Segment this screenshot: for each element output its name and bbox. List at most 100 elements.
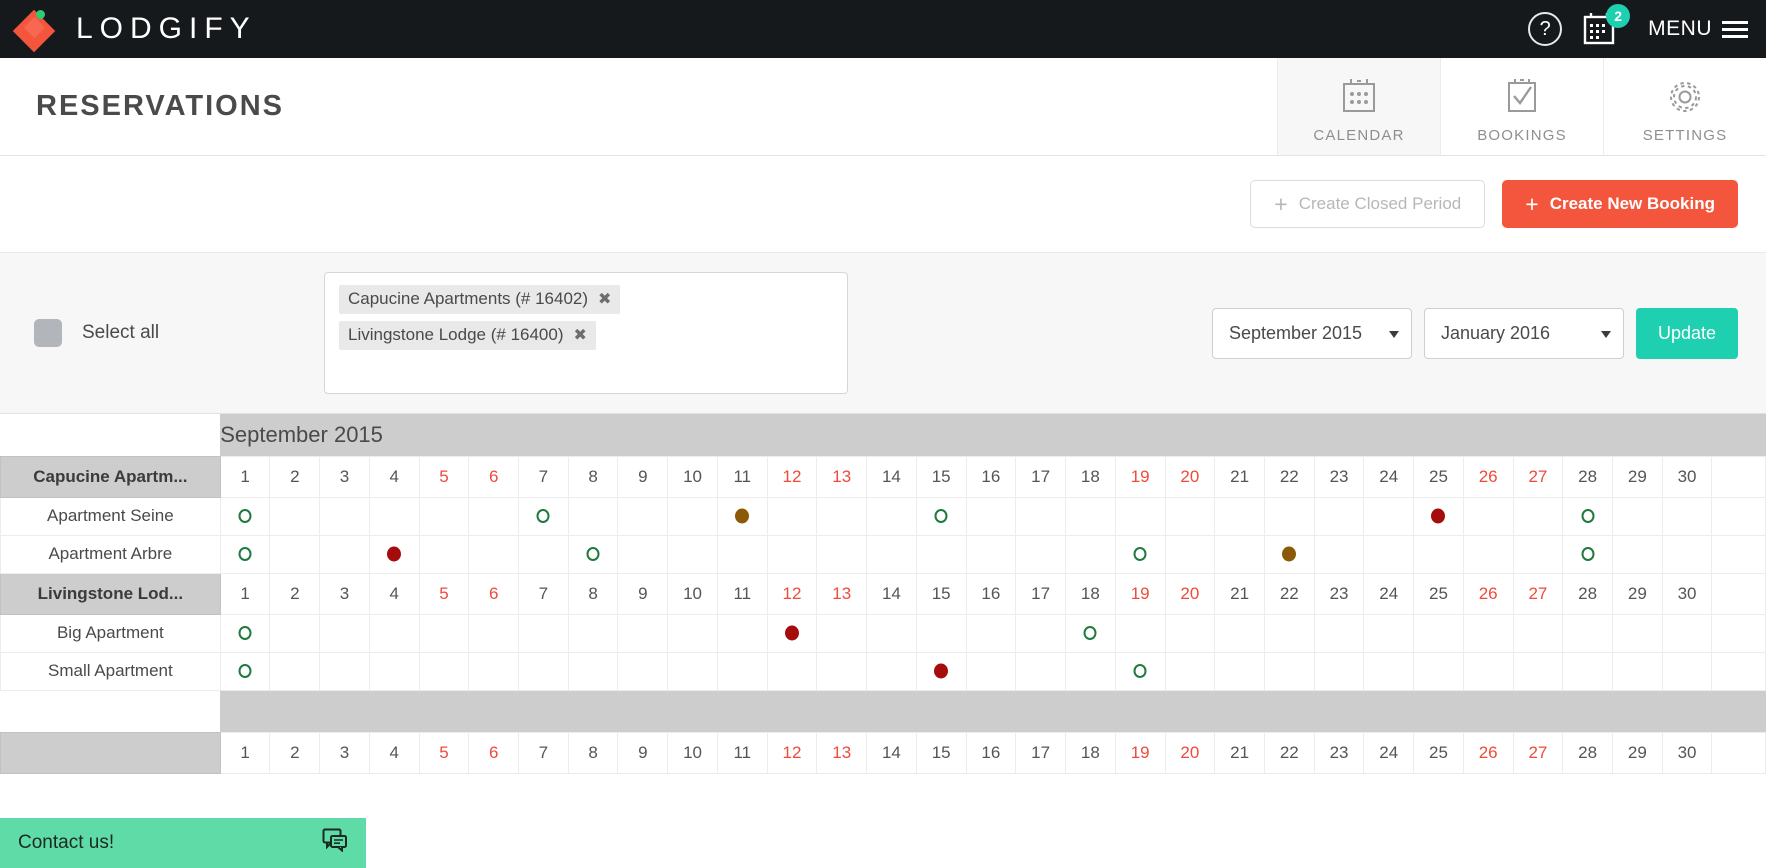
- unit-label[interactable]: Apartment Arbre: [0, 534, 221, 574]
- day-number-cell[interactable]: 7: [518, 572, 569, 615]
- calendar-cell-booked[interactable]: [1462, 496, 1514, 536]
- calendar-cell-free[interactable]: [567, 534, 619, 574]
- calendar-cell-booked[interactable]: [915, 651, 967, 691]
- day-number-cell[interactable]: 22: [1263, 572, 1315, 615]
- help-icon[interactable]: ?: [1528, 12, 1563, 46]
- calendar-cell-free[interactable]: [716, 613, 768, 653]
- day-number-cell[interactable]: 22: [1263, 455, 1315, 498]
- calendar-cell-free[interactable]: [866, 534, 917, 574]
- calendar-cell-tentative[interactable]: [1413, 534, 1464, 574]
- day-number-cell[interactable]: 5: [418, 731, 470, 774]
- day-number-cell[interactable]: 20: [1164, 731, 1216, 774]
- calendar-cell-free[interactable]: [319, 613, 370, 653]
- day-number-cell[interactable]: 21: [1214, 731, 1265, 774]
- calendar-cell-booked[interactable]: [766, 613, 818, 653]
- day-number-cell[interactable]: 15: [915, 731, 967, 774]
- calendar-cell-free[interactable]: [866, 651, 917, 691]
- calendar-cell-free[interactable]: [1363, 651, 1415, 691]
- calendar-cell-booked[interactable]: [866, 613, 917, 653]
- calendar-cell-free[interactable]: [1164, 496, 1216, 536]
- day-number-cell[interactable]: 18: [1064, 455, 1116, 498]
- start-month-select[interactable]: September 2015October 2015November 2015D…: [1211, 307, 1412, 359]
- day-number-cell[interactable]: 25: [1413, 455, 1464, 498]
- property-token[interactable]: Capucine Apartments (# 16402) ✖: [339, 285, 621, 314]
- day-number-cell[interactable]: 24: [1363, 455, 1415, 498]
- day-number-cell[interactable]: 24: [1363, 572, 1415, 615]
- calendar-cell-free[interactable]: [1164, 613, 1216, 653]
- day-number-cell[interactable]: 10: [667, 572, 718, 615]
- day-number-cell[interactable]: 1: [219, 455, 271, 498]
- day-number-cell[interactable]: 9: [617, 572, 669, 615]
- day-number-cell[interactable]: 18: [1064, 572, 1116, 615]
- day-number-cell[interactable]: 23: [1313, 455, 1365, 498]
- calendar-cell-free[interactable]: [766, 534, 818, 574]
- calendar-cell-free[interactable]: [418, 651, 470, 691]
- calendar-cell-booked[interactable]: [1413, 496, 1464, 536]
- calendar-cell-closed[interactable]: [319, 496, 370, 536]
- day-number-cell[interactable]: 4: [368, 572, 420, 615]
- day-number-cell[interactable]: 12: [766, 731, 818, 774]
- calendar-cell-tentative[interactable]: [716, 496, 768, 536]
- day-number-cell[interactable]: 1: [219, 731, 271, 774]
- calendar-cell-booked[interactable]: [468, 534, 520, 574]
- day-number-cell[interactable]: 12: [766, 455, 818, 498]
- calendar-cell-free[interactable]: [1413, 651, 1464, 691]
- calendar-cell-tentative[interactable]: [1313, 534, 1365, 574]
- day-number-cell[interactable]: 2: [269, 455, 321, 498]
- calendar-cell-free[interactable]: [1114, 496, 1166, 536]
- day-number-cell[interactable]: 27: [1512, 455, 1564, 498]
- remove-token-icon[interactable]: ✖: [598, 289, 611, 309]
- calendar-cell-free[interactable]: [1313, 496, 1365, 536]
- day-number-cell[interactable]: 5: [418, 455, 470, 498]
- calendar-cell-free[interactable]: [219, 651, 271, 691]
- calendar-cell-free[interactable]: [1114, 534, 1166, 574]
- calendar-cell-free[interactable]: [1263, 651, 1315, 691]
- calendar-cell-free[interactable]: [518, 651, 569, 691]
- day-number-cell[interactable]: 19: [1114, 455, 1166, 498]
- day-number-cell[interactable]: 24: [1363, 731, 1415, 774]
- day-number-cell[interactable]: 23: [1313, 731, 1365, 774]
- day-number-cell[interactable]: 4: [368, 455, 420, 498]
- select-all-checkbox[interactable]: [34, 319, 62, 347]
- calendar-cell-free[interactable]: [1214, 534, 1265, 574]
- day-number-cell[interactable]: 22: [1263, 731, 1315, 774]
- calendar-cell-free[interactable]: [716, 534, 768, 574]
- day-number-cell[interactable]: 27: [1512, 572, 1564, 615]
- calendar-cell-tentative[interactable]: [1263, 534, 1315, 574]
- calendar-cell-free[interactable]: [667, 613, 718, 653]
- day-number-cell[interactable]: 11: [716, 731, 768, 774]
- calendar-cell-free[interactable]: [1263, 496, 1315, 536]
- day-number-cell[interactable]: 26: [1462, 731, 1514, 774]
- calendar-cell-closed[interactable]: [468, 496, 520, 536]
- calendar-cell-closed[interactable]: [1064, 534, 1116, 574]
- calendar-cell-free[interactable]: [368, 651, 420, 691]
- tab-settings[interactable]: SETTINGS: [1603, 58, 1766, 155]
- day-number-cell[interactable]: 29: [1611, 731, 1663, 774]
- calendar-cell-free[interactable]: [667, 496, 718, 536]
- calendar-cell-free[interactable]: [716, 651, 768, 691]
- day-number-cell[interactable]: 11: [716, 572, 768, 615]
- calendar-cell-free[interactable]: [1064, 613, 1116, 653]
- calendar-cell-free[interactable]: [1114, 651, 1166, 691]
- property-token[interactable]: Livingstone Lodge (# 16400) ✖: [339, 321, 596, 350]
- day-number-cell[interactable]: 8: [567, 455, 619, 498]
- day-number-cell[interactable]: 16: [965, 455, 1017, 498]
- calendar-cell-free[interactable]: [1413, 613, 1464, 653]
- calendar-cell-free[interactable]: [1611, 613, 1663, 653]
- calendar-cell-free[interactable]: [1611, 651, 1663, 691]
- property-group-label[interactable]: Capucine Apartm...: [0, 455, 221, 498]
- calendar-cell-free[interactable]: [418, 613, 470, 653]
- day-number-cell[interactable]: 18: [1064, 731, 1116, 774]
- day-number-cell[interactable]: 29: [1611, 572, 1663, 615]
- day-number-cell[interactable]: 27: [1512, 731, 1564, 774]
- calendar-cell-free[interactable]: [219, 613, 271, 653]
- calendar-cell-free[interactable]: [1562, 651, 1613, 691]
- day-number-cell[interactable]: 6: [468, 455, 520, 498]
- day-number-cell[interactable]: 19: [1114, 572, 1166, 615]
- calendar-cell-free[interactable]: [1164, 534, 1216, 574]
- calendar-cell-tentative[interactable]: [1512, 534, 1564, 574]
- calendar-cell-free[interactable]: [269, 613, 321, 653]
- calendar-notifications-button[interactable]: 2: [1582, 4, 1631, 48]
- day-number-cell[interactable]: 7: [518, 731, 569, 774]
- unit-label[interactable]: Apartment Seine: [0, 496, 221, 536]
